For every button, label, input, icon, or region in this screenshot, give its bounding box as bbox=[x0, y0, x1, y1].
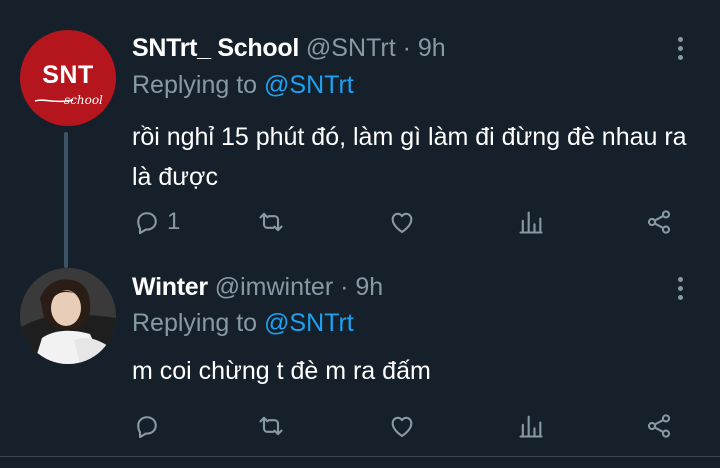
tweet-header: Winter @imwinter · 9h bbox=[132, 272, 383, 302]
like-icon bbox=[391, 212, 413, 233]
handle[interactable]: @SNTrt bbox=[306, 34, 396, 62]
timestamp[interactable]: 9h bbox=[418, 34, 446, 62]
like-button[interactable] bbox=[388, 412, 416, 440]
avatar-logo-subtext: school bbox=[64, 93, 103, 107]
handle[interactable]: @imwinter bbox=[215, 273, 333, 301]
reply-button[interactable] bbox=[133, 412, 167, 440]
analytics-button[interactable] bbox=[517, 412, 545, 440]
more-vertical-icon[interactable] bbox=[670, 274, 690, 304]
tweet-text: m coi chừng t đè m ra đấm bbox=[132, 357, 431, 385]
divider bbox=[0, 456, 720, 457]
like-icon bbox=[391, 416, 413, 437]
retweet-icon bbox=[259, 212, 283, 232]
action-bar: 1 bbox=[0, 202, 720, 242]
separator: · bbox=[340, 273, 349, 301]
avatar[interactable]: SNT school bbox=[20, 30, 116, 126]
replying-label: Replying to bbox=[132, 71, 258, 99]
analytics-button[interactable] bbox=[517, 208, 545, 236]
mention-link[interactable]: @SNTrt bbox=[264, 71, 354, 99]
timestamp[interactable]: 9h bbox=[355, 273, 383, 301]
separator: · bbox=[402, 34, 411, 62]
tweet[interactable]: Winter @imwinter · 9h Replying to @SNTrt… bbox=[0, 260, 720, 456]
replying-to: Replying to @SNTrt bbox=[132, 70, 354, 100]
action-bar bbox=[0, 406, 720, 446]
display-name[interactable]: Winter bbox=[132, 273, 208, 301]
avatar-photo-image bbox=[20, 268, 116, 364]
analytics-icon bbox=[519, 211, 543, 234]
like-button[interactable] bbox=[388, 208, 416, 236]
tweet[interactable]: SNT school SNTrt_ School @SNTrt · 9h Rep… bbox=[0, 0, 720, 268]
tweet-text: rồi nghỉ 15 phút đó, làm gì làm đi đừng … bbox=[132, 123, 687, 191]
reply-icon bbox=[137, 212, 157, 235]
analytics-icon bbox=[519, 415, 543, 438]
reply-icon bbox=[137, 416, 157, 439]
share-icon bbox=[647, 414, 671, 438]
share-button[interactable] bbox=[645, 412, 673, 440]
avatar-logo-text: SNT bbox=[42, 61, 94, 89]
reply-count: 1 bbox=[167, 208, 181, 235]
more-vertical-icon[interactable] bbox=[670, 34, 690, 64]
share-icon bbox=[647, 210, 671, 234]
share-button[interactable] bbox=[645, 208, 673, 236]
retweet-icon bbox=[259, 416, 283, 436]
replying-label: Replying to bbox=[132, 309, 258, 337]
thread-line bbox=[64, 132, 68, 268]
reply-button[interactable]: 1 bbox=[133, 208, 180, 236]
mention-link[interactable]: @SNTrt bbox=[264, 309, 354, 337]
avatar[interactable] bbox=[20, 268, 116, 364]
tweet-header: SNTrt_ School @SNTrt · 9h bbox=[132, 33, 446, 63]
retweet-button[interactable] bbox=[257, 412, 285, 440]
display-name[interactable]: SNTrt_ School bbox=[132, 34, 299, 62]
retweet-button[interactable] bbox=[257, 208, 285, 236]
replying-to: Replying to @SNTrt bbox=[132, 308, 354, 338]
